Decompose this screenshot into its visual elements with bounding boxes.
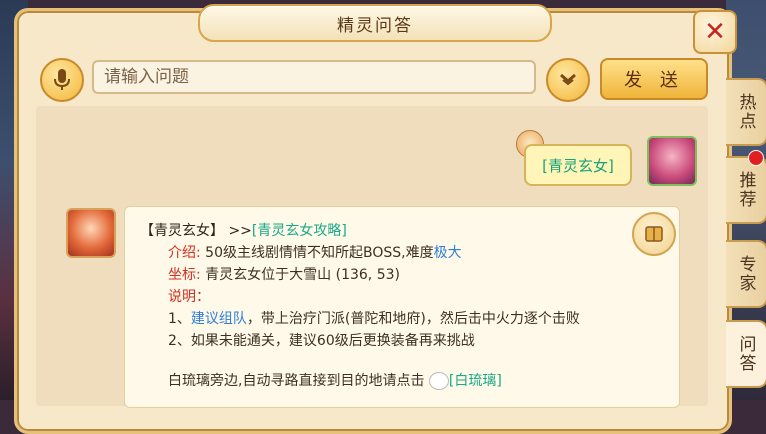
question-input[interactable] bbox=[92, 60, 536, 94]
microphone-icon bbox=[54, 69, 70, 90]
answer-title: 【青灵玄女】 bbox=[140, 223, 224, 239]
window-title: 精灵问答 bbox=[198, 4, 552, 42]
tab-expert[interactable]: 专家 bbox=[726, 240, 766, 308]
difficulty-value: 极大 bbox=[433, 245, 462, 261]
notification-badge bbox=[748, 150, 764, 166]
footer-text: 白琉璃旁边,自动寻路直接到目的地请点击 bbox=[168, 373, 425, 389]
intro-label: 介绍: bbox=[168, 245, 201, 261]
close-button[interactable]: ✕ bbox=[693, 10, 737, 54]
user-message-text: [青灵玄女] bbox=[542, 156, 614, 175]
footer-line: 白琉璃旁边,自动寻路直接到目的地请点击 [白琉璃] bbox=[168, 370, 502, 390]
intro-text: 50级主线剧情情不知所起BOSS,难度 bbox=[205, 245, 434, 261]
note1-prefix: 1、 bbox=[168, 311, 191, 327]
history-dropdown-button[interactable] bbox=[546, 58, 590, 102]
send-button[interactable]: 发 送 bbox=[600, 58, 708, 100]
coord-line: 坐标: 青灵玄女位于大雪山 (136, 53) bbox=[168, 264, 400, 284]
strategy-link[interactable]: [青灵玄女攻略] bbox=[252, 223, 347, 239]
chevron-down-icon bbox=[560, 73, 576, 86]
tab-hot[interactable]: 热点 bbox=[726, 78, 766, 146]
cat-icon bbox=[428, 372, 449, 390]
note-2: 2、如果未能通关，建议60级后更换装备再来挑战 bbox=[168, 333, 475, 349]
coord-label: 坐标: bbox=[168, 267, 201, 283]
intro-line: 介绍: 50级主线剧情情不知所起BOSS,难度极大 bbox=[168, 242, 462, 262]
tab-qa[interactable]: 问答 bbox=[726, 320, 766, 388]
tab-recommend[interactable]: 推荐 bbox=[726, 156, 766, 224]
note1-text: ，带上治疗门派(普陀和地府)，然后击中火力逐个击败 bbox=[246, 311, 580, 327]
book-icon bbox=[645, 226, 663, 242]
coord-text: 青灵玄女位于大雪山 (136, 53) bbox=[205, 267, 400, 283]
user-avatar bbox=[647, 136, 697, 186]
voice-input-button[interactable] bbox=[40, 58, 84, 102]
note-1: 1、建议组队，带上治疗门派(普陀和地府)，然后击中火力逐个击败 bbox=[168, 308, 580, 328]
npc-avatar bbox=[66, 208, 116, 258]
user-message-bubble: [青灵玄女] bbox=[524, 144, 632, 186]
team-up-link[interactable]: 建议组队 bbox=[191, 311, 247, 327]
answer-arrow: >> bbox=[228, 223, 252, 239]
bailiuli-link[interactable]: [白琉璃] bbox=[449, 373, 502, 389]
answer-header: 【青灵玄女】 >>[青灵玄女攻略] bbox=[140, 220, 347, 240]
close-icon: ✕ bbox=[704, 17, 726, 47]
note-label: 说明： bbox=[168, 289, 210, 305]
guide-book-button[interactable] bbox=[632, 212, 676, 256]
